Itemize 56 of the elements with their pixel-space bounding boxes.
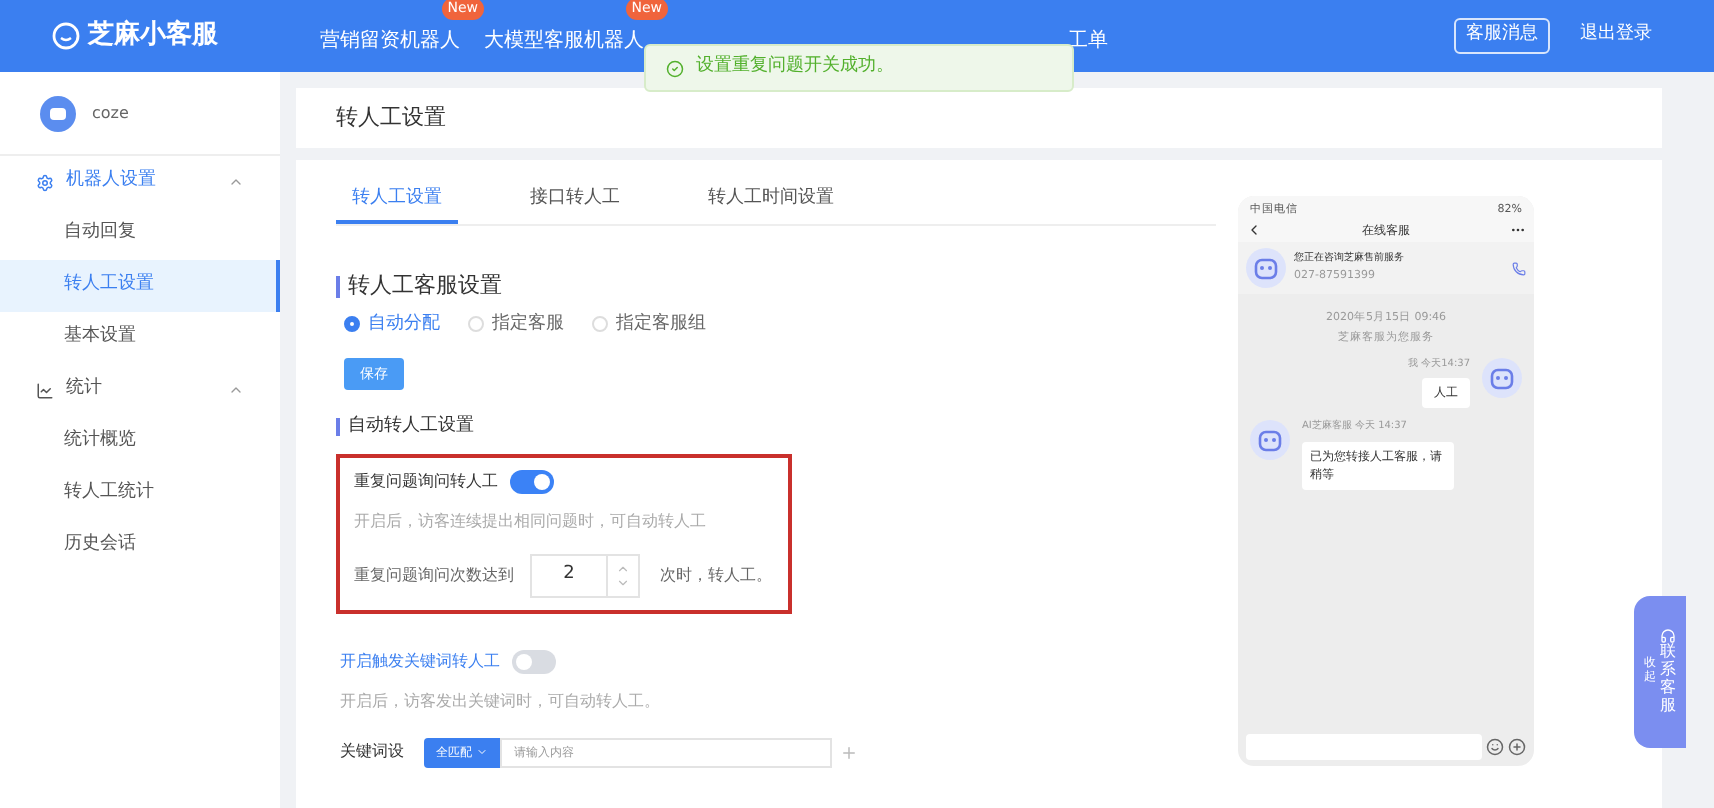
nav-link[interactable]: 大模型客服机器人 [484,30,644,52]
setting-label: 开启触发关键词转人工 [340,649,500,673]
emoji-icon[interactable] [1486,738,1504,756]
menu-group[interactable]: 统计 [0,364,280,416]
count-suffix: 次时，转人工。 [660,563,772,587]
success-icon [666,59,684,77]
bot-name: coze [92,101,129,125]
toast-message: 设置重复问题开关成功。 [696,54,894,81]
settings-icon [36,173,54,191]
section-title: 自动转人工设置 [348,414,474,440]
menu-item[interactable]: 自动回复 [0,208,280,260]
back-icon[interactable] [1246,222,1262,239]
contact-label[interactable]: 联系客服 [1660,644,1676,716]
logout-button[interactable]: 退出登录 [1570,18,1662,54]
radio-option[interactable]: 指定客服组 [592,311,706,338]
section-title: 转人工客服设置 [348,270,502,302]
chart-icon [36,381,54,399]
menu-item[interactable]: 转人工设置 [0,260,280,312]
headset-icon [1660,628,1676,645]
messages-button[interactable]: 客服消息 [1454,18,1550,54]
caret-icon [476,746,488,758]
tab[interactable]: 转人工时间设置 [692,180,850,224]
menu-item[interactable]: 统计概览 [0,416,280,468]
chat-logo-icon [52,22,80,50]
hint-text: 开启后，访客发出关键词时，可自动转人工。 [340,689,662,713]
nav-link[interactable]: 营销留资机器人 [320,30,460,52]
toggle-switch[interactable] [512,649,556,673]
phone-icon[interactable] [1512,261,1526,276]
robot-avatar-icon [1246,248,1286,289]
count-label: 重复问题询问次数达到 [354,563,516,587]
count-stepper[interactable]: 2 [530,553,640,597]
menu-group-label: 统计 [66,376,102,403]
radio-option[interactable]: 指定客服 [468,311,564,338]
page-title: 转人工设置 [336,101,446,134]
increment-icon[interactable] [616,561,630,575]
tab[interactable]: 转人工设置 [336,180,458,224]
add-icon[interactable] [1508,738,1526,756]
robot-avatar-icon [1482,357,1522,398]
bot-avatar-icon [40,95,76,131]
toggle-switch[interactable] [510,469,554,493]
menu-item[interactable]: 转人工统计 [0,468,280,520]
menu-group[interactable]: 机器人设置 [0,156,280,208]
robot-avatar-icon [1250,420,1290,461]
menu-item[interactable]: 基本设置 [0,312,280,364]
chevron-up-icon [228,174,244,190]
menu-item[interactable]: 历史会话 [0,520,280,572]
radio-option[interactable]: 自动分配 [344,311,440,338]
setting-label: 重复问题询问转人工 [354,469,498,493]
app-logo: 芝麻小客服 [88,17,218,55]
chevron-up-icon [228,382,244,398]
keyword-label: 关键词设 [340,740,406,764]
count-value: 2 [561,561,577,588]
decrement-icon[interactable] [616,575,630,589]
tab[interactable]: 接口转人工 [514,180,636,224]
menu-group-label: 机器人设置 [66,168,156,195]
hint-text: 开启后，访客连续提出相同问题时，可自动转人工 [354,509,708,533]
